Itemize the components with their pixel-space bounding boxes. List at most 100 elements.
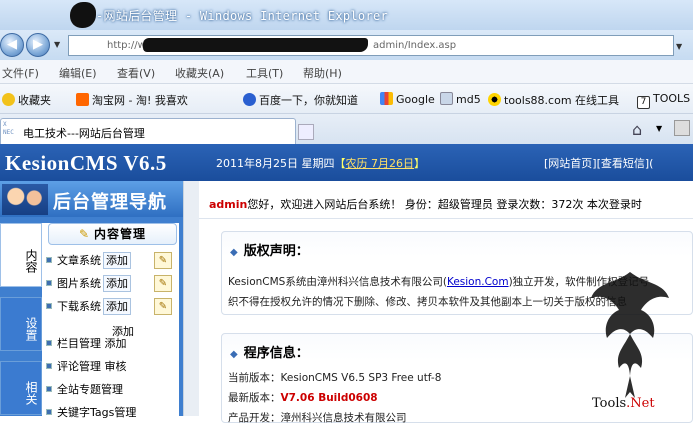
developer-row: 产品开发：漳州科兴信息技术有限公司	[228, 412, 407, 424]
sidebar-title: 后台管理导航	[53, 192, 167, 213]
latest-version: 最新版本：V7.06 Build0608	[228, 390, 378, 405]
forward-button[interactable]: ▶	[26, 33, 50, 57]
menu-view[interactable]: 查看(V)	[117, 65, 155, 81]
back-button[interactable]: ◀	[0, 33, 24, 57]
fav-taobao-label: 淘宝网 - 淘! 我喜欢	[92, 94, 188, 107]
copyright-line2: 织不得在授权允许的情况下删除、修改、拷贝本软件及其他副本上一切关于版权的信息	[228, 296, 627, 308]
radiation-icon	[488, 93, 501, 106]
bullet-icon: ◆	[230, 349, 238, 360]
sidebar: 后台管理导航 内容 设置 相关 ✎ 内容管理 文章系统 添加 ✎ 图片系统 添加 ✎ 下载…	[0, 181, 199, 419]
admin-people-image	[2, 184, 48, 215]
edit-pencil-icon[interactable]: ✎	[154, 252, 172, 269]
copyright-title: ◆ 版权声明：	[230, 240, 309, 259]
add-download-button[interactable]: 添加	[103, 298, 131, 315]
browser-tab-label: 电工技术---网站后台管理	[23, 127, 145, 140]
fav-baidu[interactable]: 百度一下，你就知道	[243, 92, 358, 108]
bullet-icon: ◆	[230, 247, 238, 258]
sidebar-tab-related[interactable]: 相关	[0, 361, 42, 415]
fav-google[interactable]: Google	[380, 92, 435, 106]
menu-file[interactable]: 文件(F)	[2, 65, 39, 81]
sidebar-item-articles: 文章系统 添加 ✎	[46, 251, 172, 271]
divider	[199, 218, 693, 219]
sidebar-item-label[interactable]: 文章系统	[57, 254, 101, 267]
tab-bar: X NEC 电工技术---网站后台管理 ⌂ ▼	[0, 114, 693, 144]
username: admin	[209, 198, 248, 211]
home-icon[interactable]: ⌂	[632, 120, 642, 139]
new-tab-button[interactable]	[298, 124, 314, 140]
header-links[interactable]: [网站首页][查看短信](	[544, 155, 653, 171]
sidebar-scrollbar[interactable]	[183, 181, 199, 416]
redaction-mask	[143, 38, 368, 52]
sidebar-item-downloads: 下载系统 添加 ✎	[46, 297, 172, 317]
watermark-t: T	[592, 396, 600, 411]
bullet-icon	[46, 280, 52, 286]
browser-tab[interactable]: X NEC 电工技术---网站后台管理	[0, 118, 296, 144]
sidebar-item-tags[interactable]: 关键字Tags管理	[46, 403, 136, 423]
watermark-ools: ools	[599, 396, 627, 411]
favorites-button[interactable]: 收藏夹	[2, 92, 51, 108]
taobao-icon	[76, 93, 89, 106]
current-version: 当前版本：KesionCMS V6.5 SP3 Free utf-8	[228, 370, 441, 385]
sidebar-item-topics[interactable]: 全站专题管理	[46, 380, 123, 400]
sidebar-tab-content[interactable]: 内容	[0, 223, 42, 287]
section-header-label: 内容管理	[94, 227, 147, 241]
fav-google-label: Google	[396, 93, 435, 106]
sidebar-item-label[interactable]: 图片系统	[57, 277, 101, 290]
program-title: ◆ 程序信息：	[230, 342, 309, 361]
sidebar-item-comments[interactable]: 评论管理 审核	[46, 357, 127, 377]
sidebar-item-columns[interactable]: 栏目管理 添加	[46, 334, 127, 354]
address-input[interactable]: http://www. admin/Index.asp	[68, 35, 674, 56]
sidebar-item-label: 栏目管理 添加	[57, 337, 127, 350]
fav-taobao[interactable]: 淘宝网 - 淘! 我喜欢	[76, 92, 188, 108]
sidebar-item-label: 评论管理 审核	[57, 360, 127, 373]
page-icon	[440, 92, 453, 105]
bullet-icon	[46, 340, 52, 346]
header-date: 2011年8月25日 星期四【农历 7月26日】	[216, 157, 425, 170]
current-version-label: 当前版本：	[228, 372, 281, 384]
bullet-icon	[46, 257, 52, 263]
edit-pencil-icon[interactable]: ✎	[154, 298, 172, 315]
favorites-bar: 收藏夹 淘宝网 - 淘! 我喜欢 百度一下，你就知道 Google md5 to…	[0, 84, 693, 114]
sidebar-banner: 后台管理导航	[0, 181, 183, 217]
section-header[interactable]: ✎ 内容管理	[48, 223, 177, 245]
google-icon	[380, 92, 393, 105]
fav-baidu-label: 百度一下，你就知道	[259, 94, 358, 107]
feeds-icon[interactable]	[674, 120, 690, 136]
fav-tools88[interactable]: tools88.com 在线工具	[488, 92, 619, 108]
program-title-text: 程序信息：	[243, 346, 309, 361]
fav-md5[interactable]: md5	[440, 92, 481, 106]
menu-help[interactable]: 帮助(H)	[303, 65, 342, 81]
home-dropdown-icon[interactable]: ▼	[656, 124, 662, 133]
window-title: -网站后台管理 - Windows Internet Explorer	[96, 9, 389, 23]
address-dropdown-icon[interactable]: ▼	[676, 42, 682, 51]
date-text: 2011年8月25日 星期四	[216, 157, 335, 170]
welcome-message: admin您好，欢迎进入网站后台系统！ 身份：超级管理员 登录次数：372次 本…	[209, 196, 642, 212]
book-icon: ✎	[78, 227, 91, 241]
add-picture-button[interactable]: 添加	[103, 275, 131, 292]
lunar-date-link[interactable]: 农历 7月26日	[346, 157, 415, 170]
nav-history-dropdown-icon[interactable]: ▼	[54, 40, 60, 49]
cms-header: KesionCMS V6.5 2011年8月25日 星期四【农历 7月26日】 …	[0, 144, 693, 181]
sidebar-tab-settings[interactable]: 设置	[0, 297, 42, 351]
fav-tools[interactable]: 7TOOLS -	[637, 92, 693, 109]
bullet-icon	[46, 409, 52, 415]
redaction-mask	[70, 2, 96, 28]
sidebar-tabs: 内容 设置 相关	[0, 223, 42, 425]
latest-version-label: 最新版本：	[228, 392, 281, 404]
menu-favorites[interactable]: 收藏夹(A)	[175, 65, 224, 81]
copyright-title-text: 版权声明：	[243, 244, 309, 259]
sidebar-item-label[interactable]: 下载系统	[57, 300, 101, 313]
menu-tools[interactable]: 工具(T)	[246, 65, 283, 81]
bullet-icon	[46, 363, 52, 369]
add-article-button[interactable]: 添加	[103, 252, 131, 269]
menu-bar: 文件(F) 编辑(E) 查看(V) 收藏夹(A) 工具(T) 帮助(H)	[0, 60, 693, 84]
window-titlebar: -网站后台管理 - Windows Internet Explorer	[0, 0, 693, 30]
baidu-paw-icon	[243, 93, 256, 106]
menu-edit[interactable]: 编辑(E)	[59, 65, 97, 81]
bullet-icon	[46, 386, 52, 392]
tribal-watermark-icon	[591, 272, 669, 398]
sidebar-subpanel: ✎ 内容管理 文章系统 添加 ✎ 图片系统 添加 ✎ 下载系统 添加 ✎ 添加 栏目管理 添加…	[42, 223, 179, 419]
edit-pencil-icon[interactable]: ✎	[154, 275, 172, 292]
seven-icon: 7	[637, 96, 650, 109]
kesion-link[interactable]: Kesion.Com	[447, 276, 509, 288]
